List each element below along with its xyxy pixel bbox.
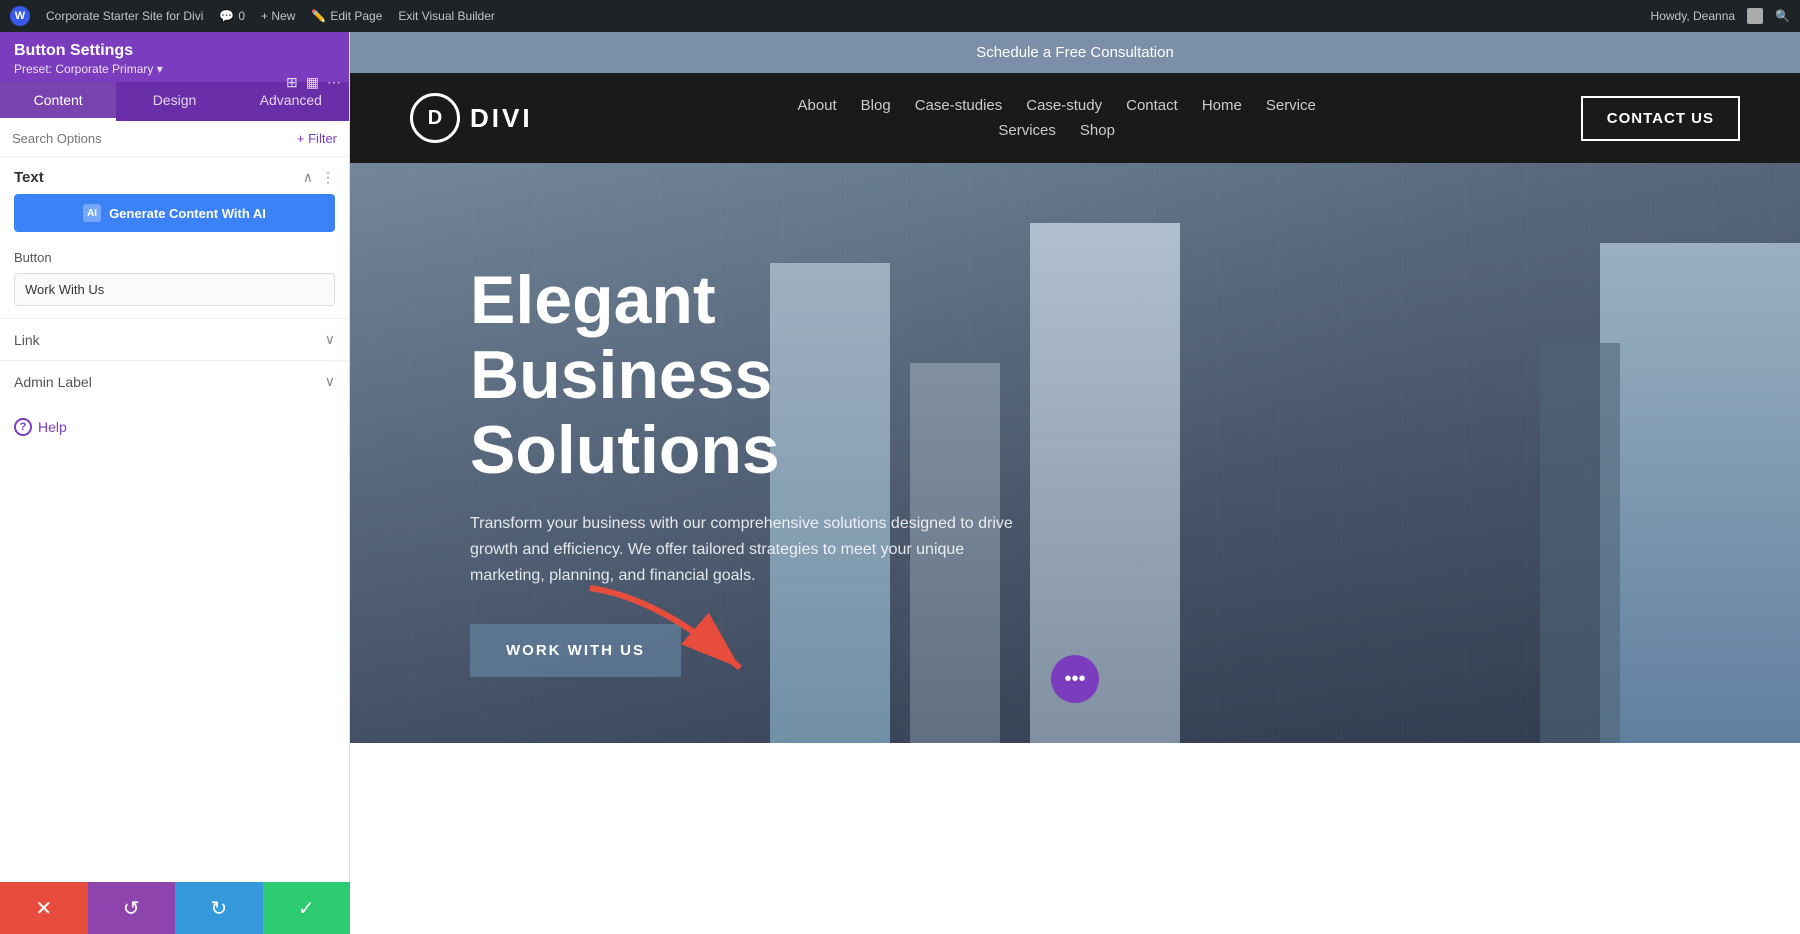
edit-page-link[interactable]: ✏️ Edit Page: [311, 9, 382, 23]
help-section[interactable]: ? Help: [0, 402, 349, 452]
admin-label-title: Admin Label: [14, 374, 92, 390]
cancel-button[interactable]: ✕: [0, 882, 88, 934]
help-icon: ?: [14, 418, 32, 436]
ai-icon: AI: [83, 204, 101, 222]
site-nav: About Blog Case-studies Case-study Conta…: [797, 97, 1315, 139]
logo-text[interactable]: DIVI: [470, 103, 533, 134]
site-header: D DIVI About Blog Case-studies Case-stud…: [350, 73, 1800, 163]
new-content-link[interactable]: + New: [261, 9, 295, 23]
redo-button[interactable]: ↻: [175, 882, 263, 934]
exit-builder-link[interactable]: Exit Visual Builder: [398, 9, 495, 23]
search-admin-icon[interactable]: 🔍: [1775, 9, 1790, 23]
site-name[interactable]: Corporate Starter Site for Divi: [46, 9, 203, 23]
button-field-label: Button: [0, 244, 349, 269]
admin-label-section[interactable]: Admin Label ∨: [0, 360, 349, 402]
nav-case-study[interactable]: Case-study: [1026, 97, 1102, 114]
nav-about[interactable]: About: [797, 97, 836, 114]
nav-services[interactable]: Services: [998, 122, 1056, 139]
panel-header-icons: ⊞ ▦ ⋯: [286, 74, 341, 91]
admin-bar: W Corporate Starter Site for Divi 💬 0 + …: [0, 0, 1800, 32]
hero-subtitle: Transform your business with our compreh…: [470, 511, 1030, 588]
admin-bar-right: Howdy, Deanna 🔍: [1651, 8, 1790, 24]
howdy-user[interactable]: Howdy, Deanna: [1651, 9, 1736, 23]
contact-us-button[interactable]: CONTACT US: [1581, 96, 1740, 141]
panel-title: Button Settings: [14, 42, 335, 60]
tab-content[interactable]: Content: [0, 82, 116, 121]
search-options-input[interactable]: [12, 131, 289, 146]
nav-case-studies[interactable]: Case-studies: [915, 97, 1003, 114]
comments-link[interactable]: 💬 0: [219, 9, 245, 23]
save-button[interactable]: ✓: [263, 882, 351, 934]
panel-more-icon[interactable]: ⋯: [327, 74, 341, 91]
announcement-bar: Schedule a Free Consultation: [350, 32, 1800, 73]
floating-menu-button[interactable]: •••: [1051, 655, 1099, 703]
nav-row-2: Services Shop: [998, 122, 1115, 139]
logo-icon[interactable]: D: [410, 93, 460, 143]
panel-columns-icon[interactable]: ▦: [306, 74, 319, 91]
wp-icon[interactable]: W: [10, 6, 30, 26]
bottom-action-bar: ✕ ↺ ↻ ✓: [0, 882, 350, 934]
hero-section: Elegant Business Solutions Transform you…: [350, 163, 1800, 743]
text-section-title: Text: [14, 169, 44, 186]
nav-contact[interactable]: Contact: [1126, 97, 1178, 114]
nav-row-1: About Blog Case-studies Case-study Conta…: [797, 97, 1315, 114]
generate-ai-button[interactable]: AI Generate Content With AI: [14, 194, 335, 232]
panel-resize-icon[interactable]: ⊞: [286, 74, 298, 91]
nav-shop[interactable]: Shop: [1080, 122, 1115, 139]
hero-content: Elegant Business Solutions Transform you…: [350, 163, 1150, 737]
link-section-title: Link: [14, 332, 40, 348]
user-avatar: [1747, 8, 1763, 24]
panel-content: + Filter Text ∧ ⋮ AI Generate Content Wi…: [0, 121, 349, 934]
panel-header: Button Settings Preset: Corporate Primar…: [0, 32, 349, 82]
text-section-header: Text ∧ ⋮: [0, 157, 349, 194]
filter-button[interactable]: + Filter: [297, 131, 337, 146]
collapse-icon[interactable]: ∧: [303, 169, 313, 186]
tab-design[interactable]: Design: [116, 82, 232, 121]
section-more-icon[interactable]: ⋮: [321, 169, 335, 186]
builder-panel: Button Settings Preset: Corporate Primar…: [0, 32, 350, 934]
nav-service[interactable]: Service: [1266, 97, 1316, 114]
nav-blog[interactable]: Blog: [861, 97, 891, 114]
site-preview: Schedule a Free Consultation D DIVI Abou…: [350, 32, 1800, 934]
logo-area: D DIVI: [410, 93, 533, 143]
link-section[interactable]: Link ∨: [0, 318, 349, 360]
nav-home[interactable]: Home: [1202, 97, 1242, 114]
hero-cta-button[interactable]: WORK WITH US: [470, 624, 681, 677]
admin-label-chevron-icon: ∨: [325, 373, 335, 390]
building-5: [1540, 343, 1620, 743]
hero-title: Elegant Business Solutions: [470, 263, 1030, 487]
undo-button[interactable]: ↺: [88, 882, 176, 934]
button-text-input[interactable]: [14, 273, 335, 306]
link-chevron-icon: ∨: [325, 331, 335, 348]
building-4: [1600, 243, 1800, 743]
section-icons: ∧ ⋮: [303, 169, 335, 186]
panel-search-row: + Filter: [0, 121, 349, 157]
